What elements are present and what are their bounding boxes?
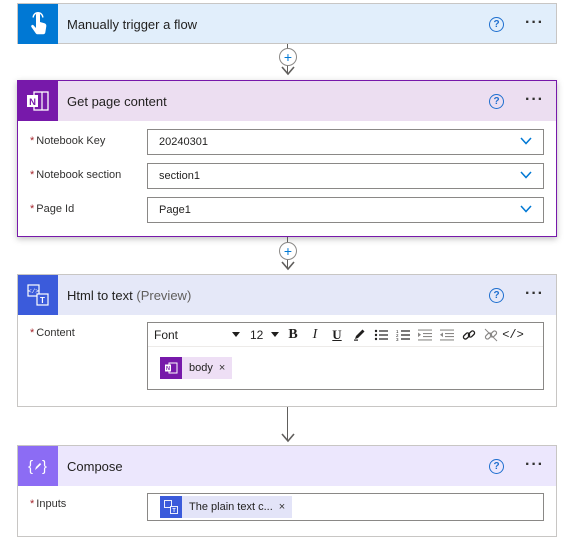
- notebook-section-value: section1: [159, 170, 200, 182]
- inputs-label: * Inputs: [30, 498, 67, 510]
- remove-token-icon[interactable]: ×: [219, 362, 232, 374]
- svg-text:T: T: [40, 296, 45, 305]
- remove-token-icon[interactable]: ×: [279, 501, 292, 513]
- touch-hand-icon: [31, 12, 47, 35]
- html-to-text-body: * Content Font 12 B I U 1 2 3 </> N body…: [18, 315, 556, 407]
- more-options-icon[interactable]: ···: [525, 92, 544, 108]
- page-id-value: Page1: [159, 204, 191, 216]
- chevron-down-icon[interactable]: [520, 137, 532, 145]
- notebook-key-row: * Notebook Key 20240301: [18, 129, 556, 163]
- font-family-select[interactable]: Font: [154, 328, 246, 342]
- arrow-down-icon: [281, 433, 295, 443]
- svg-text:3: 3: [396, 337, 399, 341]
- underline-button[interactable]: U: [326, 325, 348, 345]
- compose-header[interactable]: { } Compose ? ···: [18, 446, 556, 486]
- compose-card[interactable]: { } Compose ? ··· * Inputs T The plain te…: [17, 445, 557, 537]
- notebook-key-label: * Notebook Key: [30, 135, 106, 147]
- compose-body: * Inputs T The plain text c... ×: [18, 486, 556, 536]
- chevron-down-icon[interactable]: [520, 171, 532, 179]
- caret-down-icon: [271, 332, 279, 337]
- content-rich-text-editor[interactable]: Font 12 B I U 123 </> N body ×: [147, 322, 544, 390]
- chevron-down-icon[interactable]: [520, 205, 532, 213]
- indent-increase-icon[interactable]: [414, 325, 436, 345]
- notebook-key-dropdown[interactable]: 20240301: [147, 129, 544, 155]
- trigger-card-header[interactable]: Manually trigger a flow ? ···: [18, 4, 556, 44]
- onenote-icon: N: [27, 91, 49, 111]
- add-step-plus-icon[interactable]: +: [279, 242, 297, 260]
- compose-braces-icon: { }: [28, 458, 47, 475]
- svg-text:N: N: [166, 366, 170, 372]
- highlight-pen-icon[interactable]: [348, 325, 370, 345]
- html-to-text-header[interactable]: </> T Html to text (Preview) ? ···: [18, 275, 556, 315]
- code-view-icon[interactable]: </>: [502, 325, 524, 345]
- caret-down-icon: [232, 332, 240, 337]
- help-icon[interactable]: ?: [489, 458, 505, 474]
- page-id-label: * Page Id: [30, 203, 75, 215]
- page-id-dropdown[interactable]: Page1: [147, 197, 544, 223]
- bulleted-list-icon[interactable]: [370, 325, 392, 345]
- font-family-value: Font: [154, 327, 179, 342]
- connector-3: [278, 407, 298, 444]
- unlink-icon[interactable]: [480, 325, 502, 345]
- body-token-label: body: [189, 362, 213, 374]
- connector-1: +: [278, 44, 298, 79]
- body-token[interactable]: N body ×: [160, 357, 233, 379]
- link-icon[interactable]: [458, 325, 480, 345]
- editor-toolbar: Font 12 B I U 123 </>: [148, 323, 543, 347]
- notebook-key-value: 20240301: [159, 136, 208, 148]
- notebook-section-row: * Notebook section section1: [18, 163, 556, 197]
- numbered-list-icon[interactable]: 123: [392, 325, 414, 345]
- trigger-icon-box: [18, 4, 58, 44]
- arrow-down-icon: [281, 261, 295, 271]
- onenote-icon-box: N: [18, 81, 58, 121]
- more-options-icon[interactable]: ···: [525, 286, 544, 302]
- indent-decrease-icon[interactable]: [436, 325, 458, 345]
- notebook-section-label: * Notebook section: [30, 169, 122, 181]
- help-icon[interactable]: ?: [489, 16, 505, 32]
- content-label: * Content: [30, 327, 75, 339]
- bold-button[interactable]: B: [282, 325, 304, 345]
- inputs-field[interactable]: T The plain text c... ×: [147, 493, 544, 521]
- get-page-content-header[interactable]: N Get page content ? ···: [18, 81, 556, 121]
- html-to-text-token-icon: T: [160, 496, 182, 518]
- font-size-value: 12: [250, 327, 264, 342]
- connector-2: +: [278, 237, 298, 274]
- svg-text:{: {: [28, 458, 33, 475]
- arrow-down-icon: [281, 66, 295, 76]
- more-options-icon[interactable]: ···: [525, 15, 544, 31]
- more-options-icon[interactable]: ···: [525, 457, 544, 473]
- font-size-select[interactable]: 12: [246, 328, 282, 342]
- notebook-section-dropdown[interactable]: section1: [147, 163, 544, 189]
- page-id-row: * Page Id Page1: [18, 197, 556, 231]
- get-page-content-body: * Notebook Key 20240301 * Notebook section…: [18, 121, 556, 241]
- preview-tag: (Preview): [136, 287, 192, 303]
- svg-text:}: }: [42, 458, 47, 475]
- html-to-text-icon-box: </> T: [18, 275, 58, 315]
- html-to-text-icon: </> T: [27, 284, 49, 306]
- trigger-title: Manually trigger a flow: [67, 16, 198, 32]
- italic-button[interactable]: I: [304, 325, 326, 345]
- onenote-token-icon: N: [160, 357, 182, 379]
- html-to-text-title: Html to text (Preview): [67, 287, 192, 303]
- get-page-content-title: Get page content: [67, 93, 167, 109]
- html-to-text-card[interactable]: </> T Html to text (Preview) ? ··· * Cont…: [17, 274, 557, 407]
- add-step-plus-icon[interactable]: +: [279, 48, 297, 66]
- compose-icon-box: { }: [18, 446, 58, 486]
- plain-text-token-label: The plain text c...: [189, 501, 273, 513]
- help-icon[interactable]: ?: [489, 93, 505, 109]
- trigger-card[interactable]: Manually trigger a flow ? ···: [17, 3, 557, 44]
- plain-text-token[interactable]: T The plain text c... ×: [160, 496, 293, 518]
- help-icon[interactable]: ?: [489, 287, 505, 303]
- svg-text:N: N: [29, 97, 36, 108]
- compose-title: Compose: [67, 458, 123, 474]
- get-page-content-card[interactable]: N Get page content ? ··· * Notebook Key 2…: [17, 80, 557, 237]
